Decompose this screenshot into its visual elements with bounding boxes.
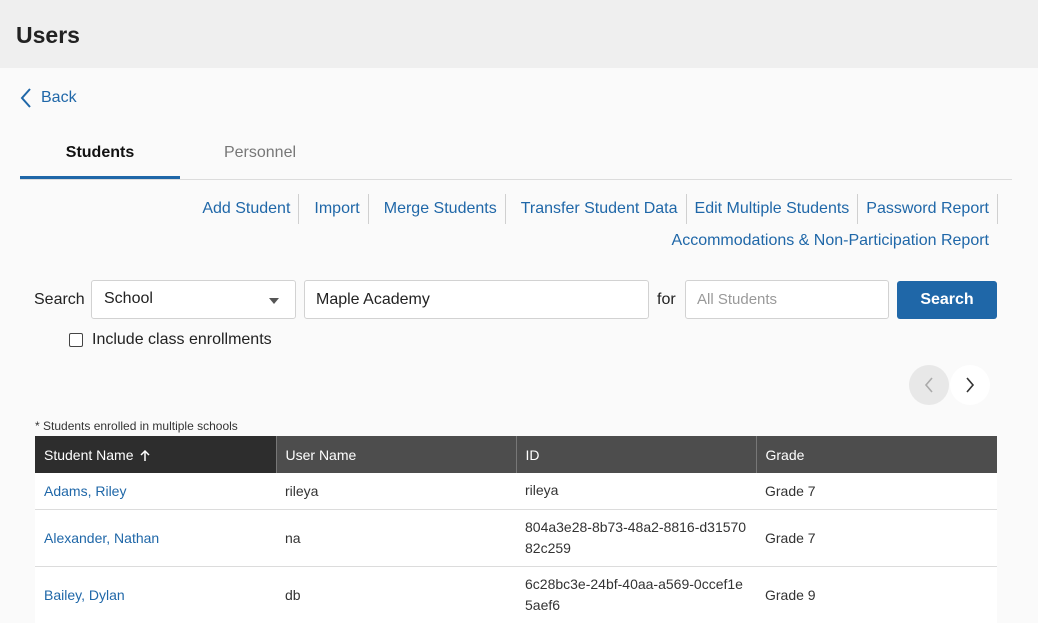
chevron-left-icon (924, 377, 933, 393)
table-row: Alexander, Nathan na 804a3e28-8b73-48a2-… (35, 509, 997, 567)
table-row: Adams, Riley rileya rileya Grade 7 (35, 473, 997, 510)
column-header-label: Student Name (44, 446, 134, 463)
column-header-id[interactable]: ID (516, 436, 757, 473)
transfer-student-data-link[interactable]: Transfer Student Data (506, 194, 687, 224)
search-scope-select[interactable]: School (91, 280, 296, 319)
column-header-grade[interactable]: Grade (756, 436, 997, 473)
table-row: Bailey, Dylan db 6c28bc3e-24bf-40aa-a569… (35, 566, 997, 623)
include-class-enrollments-checkbox[interactable] (69, 333, 83, 347)
add-student-link[interactable]: Add Student (202, 194, 300, 224)
table-header-row: Student Name User Name ID Grade (35, 436, 997, 473)
include-class-enrollments-label: Include class enrollments (92, 331, 272, 348)
id-cell: 804a3e28-8b73-48a2-8816-d3157082c259 (516, 509, 756, 567)
arrow-up-icon (139, 449, 150, 461)
student-search-input[interactable] (685, 280, 889, 319)
chevron-left-icon (20, 88, 31, 108)
student-name-link[interactable]: Alexander, Nathan (35, 509, 276, 567)
include-class-enrollments[interactable]: Include class enrollments (60, 330, 272, 350)
search-button[interactable]: Search (897, 281, 997, 319)
students-table: Student Name User Name ID Grade Adams, R… (35, 436, 997, 623)
column-header-user-name[interactable]: User Name (276, 436, 517, 473)
previous-page-button[interactable] (909, 365, 949, 405)
id-cell: 6c28bc3e-24bf-40aa-a569-0ccef1e5aef6 (516, 566, 756, 623)
merge-students-link[interactable]: Merge Students (369, 194, 506, 224)
password-report-link[interactable]: Password Report (858, 194, 998, 224)
id-cell: rileya (516, 473, 756, 510)
edit-multiple-students-link[interactable]: Edit Multiple Students (687, 194, 859, 224)
search-scope-value: School (104, 290, 153, 307)
user-name-cell: db (276, 566, 516, 623)
grade-cell: Grade 7 (756, 473, 997, 510)
column-header-student-name[interactable]: Student Name (35, 436, 277, 473)
back-link[interactable]: Back (19, 86, 77, 110)
action-links-row-2: Accommodations & Non-Participation Repor… (672, 226, 989, 256)
user-name-cell: rileya (276, 473, 516, 510)
user-name-cell: na (276, 509, 516, 567)
caret-down-icon (269, 298, 279, 304)
school-input[interactable] (304, 280, 649, 319)
import-link[interactable]: Import (299, 194, 369, 224)
page-header: Users (0, 0, 1038, 68)
chevron-right-icon (966, 377, 975, 393)
for-label: for (657, 291, 676, 308)
back-label: Back (41, 89, 77, 106)
page-title: Users (16, 22, 80, 48)
tab-students[interactable]: Students (20, 138, 180, 179)
student-name-link[interactable]: Bailey, Dylan (35, 566, 276, 623)
accommodations-report-link[interactable]: Accommodations & Non-Participation Repor… (672, 232, 989, 249)
tab-personnel[interactable]: Personnel (180, 138, 340, 179)
grade-cell: Grade 7 (756, 509, 997, 567)
search-label: Search (34, 291, 85, 308)
student-name-link[interactable]: Adams, Riley (35, 473, 276, 510)
action-links: Add Student Import Merge Students Transf… (178, 194, 998, 224)
next-page-button[interactable] (950, 365, 990, 405)
multiple-schools-note: * Students enrolled in multiple schools (35, 419, 238, 433)
user-type-tabs: Students Personnel (20, 138, 1012, 180)
grade-cell: Grade 9 (756, 566, 997, 623)
